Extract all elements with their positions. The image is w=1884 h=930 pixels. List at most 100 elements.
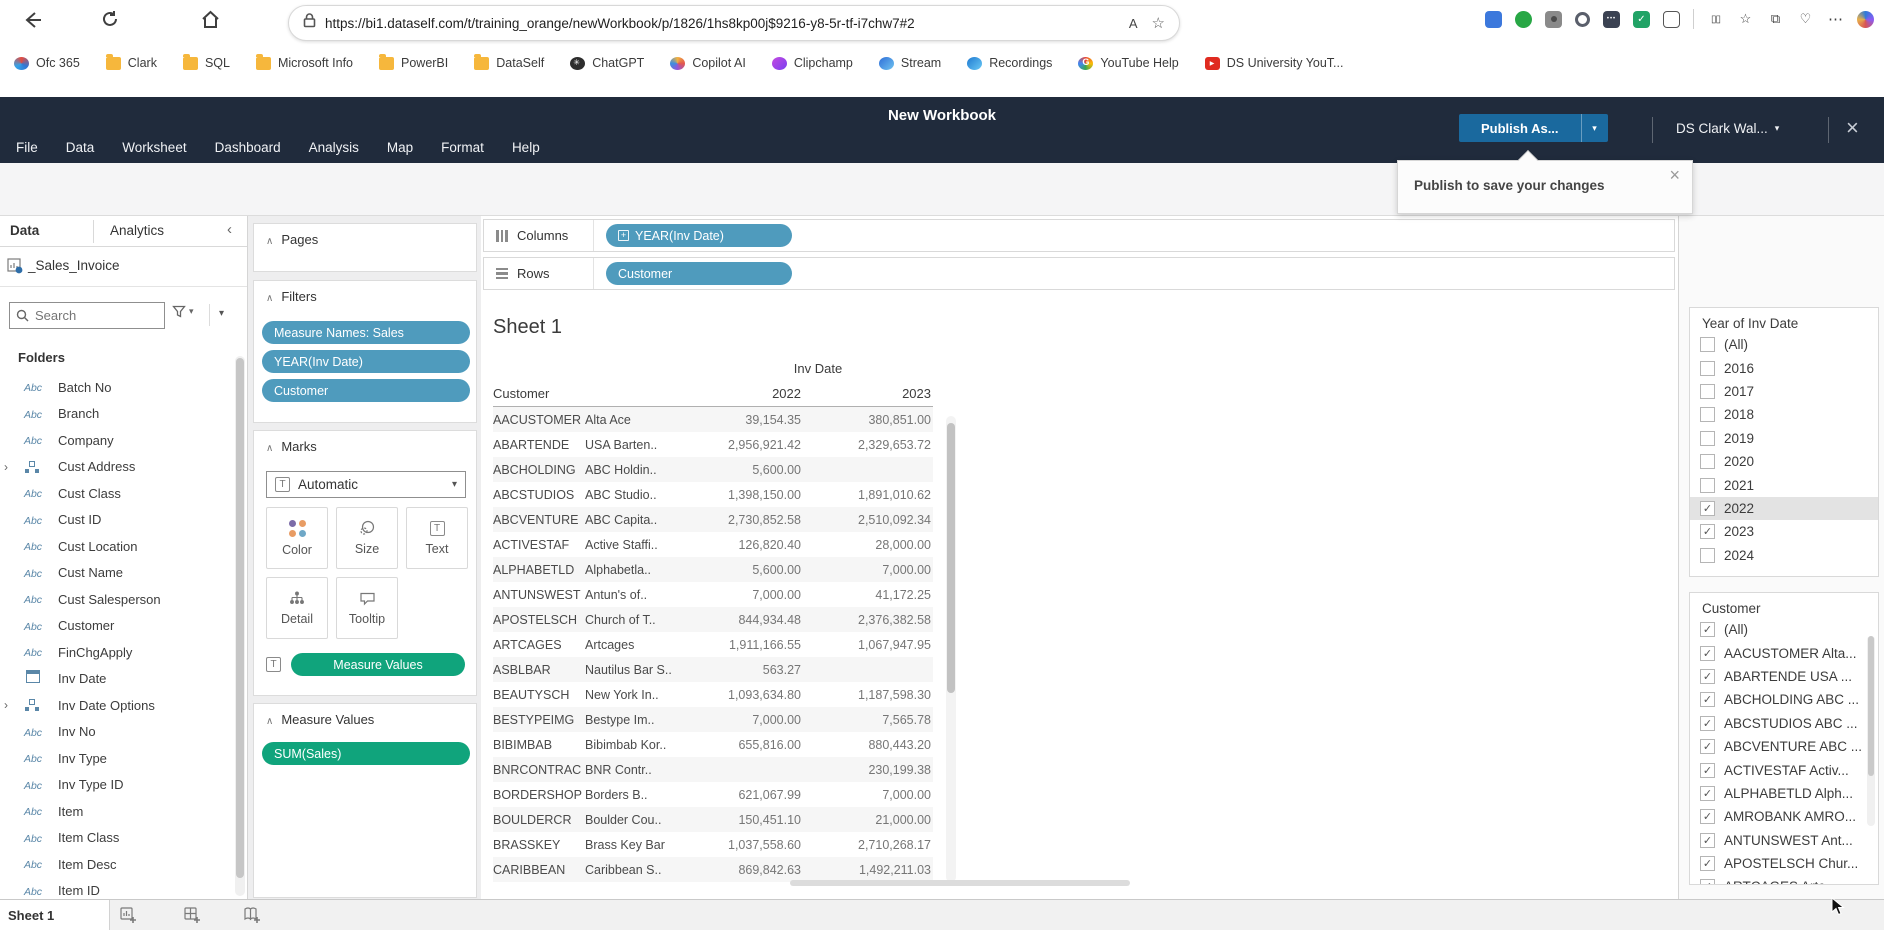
field-item[interactable]: Cust Name [0,560,233,587]
bookmark-item[interactable]: DS University YouT... [1205,56,1344,70]
tooltip-close-icon[interactable]: × [1669,165,1680,186]
menu-item[interactable]: File [16,140,38,155]
collapse-chevron-icon[interactable]: ∧ [266,293,273,304]
filters-card[interactable]: ∧Filters Measure Names: SalesYEAR(Inv Da… [253,280,477,423]
customer-name-cell[interactable]: ABC Capita.. [585,513,703,527]
address-bar[interactable]: https://bi1.dataself.com/t/training_oran… [288,5,1180,41]
columns-pill[interactable]: +YEAR(Inv Date) [606,224,792,247]
table-row[interactable]: BEAUTYSCH New York In.. 1,093,634.80 1,1… [493,682,933,707]
new-dashboard-tab-icon[interactable] [182,905,202,925]
customer-name-cell[interactable]: Active Staffi.. [585,538,703,552]
customer-name-cell[interactable]: Borders B.. [585,788,703,802]
customer-code-cell[interactable]: ABCSTUDIOS [493,488,585,502]
table-row[interactable]: ASBLBAR Nautilus Bar S.. 563.27 [493,657,933,682]
checkbox[interactable] [1700,809,1715,824]
rows-pill[interactable]: Customer [606,262,792,285]
field-item[interactable]: Cust Class [0,480,233,507]
checkbox[interactable] [1700,786,1715,801]
value-2022-cell[interactable]: 5,600.00 [703,463,803,477]
customer-name-cell[interactable]: BNR Contr.. [585,763,703,777]
checkbox[interactable] [1700,361,1715,376]
customer-name-cell[interactable]: Church of T.. [585,613,703,627]
filter-fields-icon[interactable]: ▾ [172,305,194,318]
table-row[interactable]: ABCSTUDIOS ABC Studio.. 1,398,150.00 1,8… [493,482,933,507]
value-2023-cell[interactable]: 7,565.78 [803,713,933,727]
menu-item[interactable]: Map [387,140,413,155]
customer-code-cell[interactable]: ABARTENDE [493,438,585,452]
customer-name-cell[interactable]: Alta Ace [585,413,703,427]
customer-name-cell[interactable]: Bibimbab Kor.. [585,738,703,752]
url-text[interactable]: https://bi1.dataself.com/t/training_oran… [325,16,1129,31]
publish-as-button[interactable]: Publish As... ▾ [1459,114,1608,142]
checkbox[interactable] [1700,716,1715,731]
browser-icon[interactable] [1603,11,1620,28]
filter-option-row[interactable]: ANTUNSWEST Ant... [1690,829,1878,852]
field-item[interactable]: Item Class [0,825,233,852]
bookmark-item[interactable]: Clark [106,56,157,70]
value-2023-cell[interactable]: 2,376,382.58 [803,613,933,627]
value-2023-cell[interactable]: 41,172.25 [803,588,933,602]
browser-icon[interactable] [1545,11,1562,28]
value-2022-cell[interactable]: 2,730,852.58 [703,513,803,527]
sheet-tab[interactable]: Sheet 1 [0,900,110,930]
filter-option-row[interactable]: (All) [1690,333,1878,356]
customer-code-cell[interactable]: AACUSTOMER [493,413,585,427]
field-item[interactable]: FinChgApply [0,639,233,666]
customer-code-cell[interactable]: ANTUNSWEST [493,588,585,602]
customer-name-cell[interactable]: Antun's of.. [585,588,703,602]
expander-icon[interactable] [4,460,14,474]
value-2022-cell[interactable]: 1,093,634.80 [703,688,803,702]
table-row[interactable]: ARTCAGES Artcages 1,911,166.55 1,067,947… [493,632,933,657]
checkbox[interactable] [1700,739,1715,754]
field-item[interactable]: Cust Address [0,454,233,481]
table-row[interactable]: BRASSKEY Brass Key Bar 1,037,558.60 2,71… [493,832,933,857]
table-row[interactable]: BIBIMBAB Bibimbab Kor.. 655,816.00 880,4… [493,732,933,757]
filter-option-row[interactable]: ACTIVESTAF Activ... [1690,758,1878,781]
menu-item[interactable]: Data [66,140,95,155]
value-2023-cell[interactable]: 1,492,211.03 [803,863,933,877]
value-2022-cell[interactable]: 1,398,150.00 [703,488,803,502]
value-2022-cell[interactable]: 655,816.00 [703,738,803,752]
value-2022-cell[interactable]: 1,911,166.55 [703,638,803,652]
customer-code-cell[interactable]: ASBLBAR [493,663,585,677]
search-input[interactable] [35,308,145,323]
bookmark-item[interactable]: DataSelf [474,56,544,70]
customer-code-cell[interactable]: BNRCONTRAC [493,763,585,777]
customer-filter-scrollbar[interactable] [1867,636,1875,826]
checkbox[interactable] [1700,337,1715,352]
new-story-tab-icon[interactable] [242,905,262,925]
checkbox[interactable] [1700,692,1715,707]
menu-item[interactable]: Worksheet [122,140,186,155]
table-row[interactable]: CARIBBEAN Caribbean S.. 869,842.63 1,492… [493,857,933,882]
filter-option-row[interactable]: ARTCAGES Artc... [1690,875,1878,885]
collapse-chevron-icon[interactable]: ∧ [266,443,273,454]
browser-icon[interactable] [1663,11,1680,28]
field-item[interactable]: Item [0,798,233,825]
menu-item[interactable]: Analysis [309,140,359,155]
filter-option-row[interactable]: 2016 [1690,356,1878,379]
checkbox[interactable] [1700,856,1715,871]
table-row[interactable]: ABARTENDE USA Barten.. 2,956,921.42 2,32… [493,432,933,457]
value-2022-cell[interactable]: 7,000.00 [703,713,803,727]
filter-option-row[interactable]: APOSTELSCH Chur... [1690,852,1878,875]
filter-option-row[interactable]: 2018 [1690,403,1878,426]
filter-option-row[interactable]: AMROBANK AMRO... [1690,805,1878,828]
field-item[interactable]: Cust Location [0,533,233,560]
size-button[interactable]: Size [336,507,398,569]
filter-pill[interactable]: Customer [262,379,470,402]
value-2023-cell[interactable]: 1,187,598.30 [803,688,933,702]
checkbox[interactable] [1700,833,1715,848]
bookmark-item[interactable]: PowerBI [379,56,448,70]
value-2022-cell[interactable]: 621,067.99 [703,788,803,802]
customer-code-cell[interactable]: BEAUTYSCH [493,688,585,702]
field-item[interactable]: Cust ID [0,507,233,534]
tab-analytics[interactable]: Analytics [110,223,164,238]
customer-name-cell[interactable]: ABC Holdin.. [585,463,703,477]
customer-code-cell[interactable]: BIBIMBAB [493,738,585,752]
measure-values-pill[interactable]: Measure Values [291,653,465,676]
menu-item[interactable]: Dashboard [215,140,281,155]
value-2022-cell[interactable]: 1,037,558.60 [703,838,803,852]
table-row[interactable]: BORDERSHOP Borders B.. 621,067.99 7,000.… [493,782,933,807]
value-2022-cell[interactable]: 844,934.48 [703,613,803,627]
mark-type-dropdown[interactable]: T Automatic ▾ [266,471,466,498]
